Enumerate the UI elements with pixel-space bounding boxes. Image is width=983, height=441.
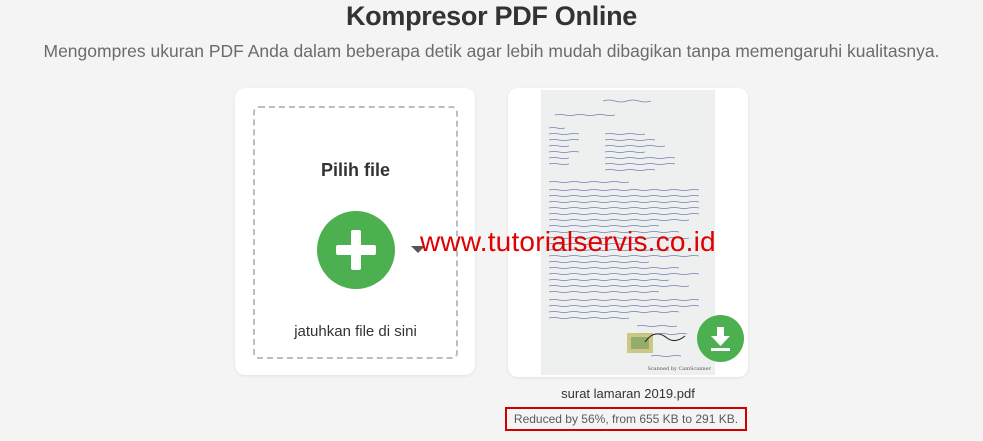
compressor-page: Kompresor PDF Online Mengompres ukuran P… xyxy=(0,0,983,441)
download-icon xyxy=(711,327,730,351)
drop-file-label: jatuhkan file di sini xyxy=(294,323,417,340)
pick-file-label[interactable]: Pilih file xyxy=(255,160,456,181)
watermark-text: www.tutorialservis.co.id xyxy=(420,226,716,257)
page-title: Kompresor PDF Online xyxy=(345,1,638,31)
reduction-status: Reduced by 56%, from 655 KB to 291 KB. xyxy=(505,407,747,431)
download-button[interactable] xyxy=(697,315,744,362)
page-subtitle: Mengompres ukuran PDF Anda dalam beberap… xyxy=(43,41,940,61)
add-file-button[interactable] xyxy=(317,211,395,289)
scan-caption: Scanned by CamScanner xyxy=(647,366,711,372)
file-name: surat lamaran 2019.pdf xyxy=(561,386,695,401)
